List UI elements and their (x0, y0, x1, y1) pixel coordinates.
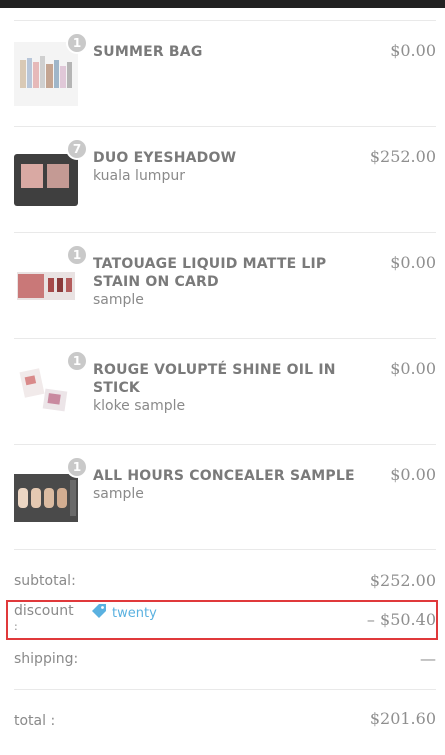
product-image (14, 364, 78, 428)
subtotal-value: $252.00 (369, 571, 436, 590)
product-image (14, 268, 78, 332)
product-price: $0.00 (390, 41, 436, 60)
divider (14, 338, 436, 339)
discount-label: discount (14, 603, 74, 619)
tag-icon (91, 603, 107, 623)
total-value: $201.60 (369, 709, 436, 728)
product-variant: sample (93, 486, 144, 502)
discount-label-colon: : (14, 620, 18, 633)
total-label: total : (14, 713, 56, 729)
product-price: $0.00 (390, 253, 436, 272)
cart-item[interactable]: 1 TATOUAGE LIQUID MATTE LIP STAIN ON CAR… (14, 244, 436, 334)
product-price: $0.00 (390, 465, 436, 484)
product-image (14, 154, 78, 218)
product-name: ALL HOURS CONCEALER SAMPLE (93, 468, 355, 484)
quantity-badge: 1 (66, 350, 88, 372)
discount-code: twenty (112, 605, 157, 621)
product-image (14, 474, 78, 522)
divider (14, 689, 436, 690)
shipping-value: — (420, 649, 436, 668)
product-name: ROUGE VOLUPTÉ SHINE OIL IN STICK (93, 362, 336, 396)
product-image (14, 42, 78, 106)
product-name: TATOUAGE LIQUID MATTE LIP STAIN ON CARD (93, 256, 327, 290)
quantity-badge: 7 (66, 138, 88, 160)
product-price: $0.00 (390, 359, 436, 378)
product-price: $252.00 (369, 147, 436, 166)
cart-item[interactable]: 1 SUMMER BAG $0.00 (14, 32, 436, 112)
divider (14, 549, 436, 550)
discount-code-tag[interactable]: twenty (91, 603, 157, 623)
product-variant: kloke sample (93, 398, 186, 414)
divider (14, 20, 436, 21)
shipping-label: shipping: (14, 651, 79, 667)
product-name: DUO EYESHADOW (93, 150, 237, 166)
divider (14, 444, 436, 445)
product-variant: kuala lumpur (93, 168, 185, 184)
subtotal-label: subtotal: (14, 573, 76, 589)
product-variant: sample (93, 292, 144, 308)
top-bar (0, 0, 445, 8)
quantity-badge: 1 (66, 32, 88, 54)
divider (14, 126, 436, 127)
cart-item[interactable]: 1 ROUGE VOLUPTÉ SHINE OIL IN STICK kloke… (14, 350, 436, 440)
discount-value: – $50.40 (366, 610, 436, 629)
divider (14, 232, 436, 233)
quantity-badge: 1 (66, 244, 88, 266)
cart-item[interactable]: 1 ALL HOURS CONCEALER SAMPLE sample $0.0… (14, 456, 436, 536)
cart-item[interactable]: 7 DUO EYESHADOW kuala lumpur $252.00 (14, 138, 436, 218)
product-name: SUMMER BAG (93, 44, 203, 60)
quantity-badge: 1 (66, 456, 88, 478)
